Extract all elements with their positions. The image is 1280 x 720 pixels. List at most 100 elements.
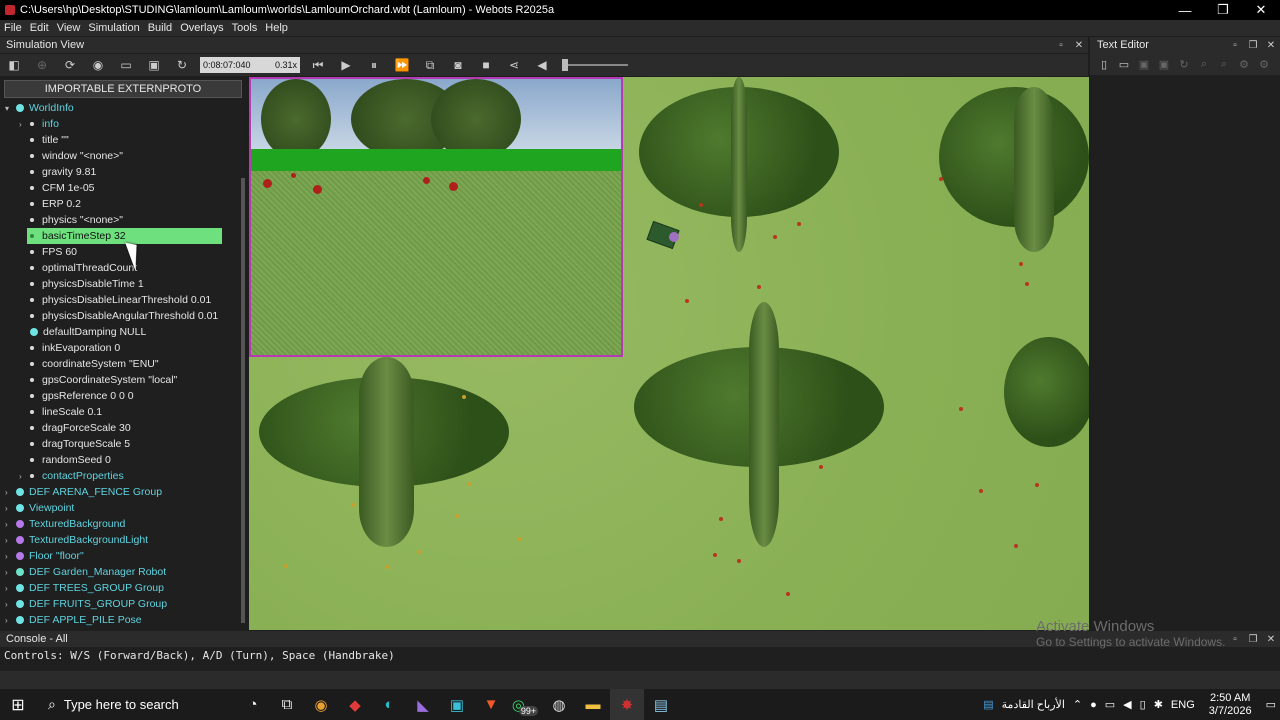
render-toggle-icon[interactable]: ⧉ (416, 55, 444, 75)
save-as-icon[interactable]: ▣ (1154, 58, 1174, 71)
tree-node-row[interactable]: › TexturedBackground (0, 516, 246, 532)
tree-node-row[interactable]: › Viewpoint (0, 500, 246, 516)
language-indicator[interactable]: ENG (1171, 699, 1195, 711)
volume-icon[interactable]: ◀ (528, 55, 556, 75)
expand-arrow-icon[interactable]: › (5, 568, 8, 577)
menu-help[interactable]: Help (265, 22, 288, 34)
news-icon[interactable]: ▤ (983, 698, 993, 711)
news-text[interactable]: الأرباح القادمة (1002, 698, 1065, 711)
tree-field-row[interactable]: › contactProperties (0, 468, 246, 484)
scene-tree-scrollbar[interactable] (241, 178, 245, 623)
fast-forward-icon[interactable]: ⏩ (388, 55, 416, 75)
expand-arrow-icon[interactable]: › (5, 584, 8, 593)
close-panel-icon[interactable]: ✕ (1070, 40, 1088, 51)
tree-field-row[interactable]: CFM 1e-05 (0, 180, 246, 196)
owl-widget-icon[interactable]: ◔ (236, 689, 270, 720)
tree-node-row[interactable]: › DEF TREES_GROUP Group (0, 580, 246, 596)
taskbar-search[interactable]: ⌕ Type here to search (36, 689, 236, 720)
tree-field-row[interactable]: gpsCoordinateSystem "local" (0, 372, 246, 388)
notifications-icon[interactable]: ▭ (1266, 698, 1276, 711)
microphone-icon[interactable]: ● (1090, 699, 1097, 711)
expand-arrow-icon[interactable]: › (19, 120, 22, 129)
tree-node-row[interactable]: › Floor "floor" (0, 548, 246, 564)
minimize-button[interactable]: — (1166, 3, 1204, 18)
float-panel-icon[interactable]: ▫ (1052, 40, 1070, 51)
taskbar-clock[interactable]: 2:50 AM 3/7/2026 (1209, 692, 1252, 718)
expand-arrow-icon[interactable]: › (5, 488, 8, 497)
tree-field-row[interactable]: dragForceScale 30 (0, 420, 246, 436)
tree-field-row[interactable]: ERP 0.2 (0, 196, 246, 212)
reset-simulation-icon[interactable]: ⏮ (304, 55, 332, 75)
expand-arrow-icon[interactable]: › (5, 536, 8, 545)
volume-slider-thumb[interactable] (562, 59, 568, 71)
notepad-icon[interactable]: ▤ (644, 689, 678, 720)
tree-field-row[interactable]: optimalThreadCount (0, 260, 246, 276)
tree-field-row[interactable]: › info (0, 116, 246, 132)
expand-arrow-icon[interactable]: › (19, 472, 22, 481)
reload-world-icon[interactable]: ⟳ (56, 55, 84, 75)
replace-icon[interactable]: ⌕ (1214, 58, 1234, 71)
expand-arrow-icon[interactable]: › (5, 552, 8, 561)
tree-node-row[interactable]: › DEF APPLE_PILE Pose (0, 612, 246, 628)
pause-icon[interactable]: ⏸ (360, 55, 388, 75)
tree-field-row[interactable]: randomSeed 0 (0, 452, 246, 468)
record-movie-icon[interactable]: ■ (472, 55, 500, 75)
build-icon[interactable]: ⚙ (1234, 58, 1254, 71)
webots-taskbar-icon[interactable]: ✸ (610, 689, 644, 720)
screenshot-icon[interactable]: ◙ (444, 55, 472, 75)
tree-field-row[interactable]: window "<none>" (0, 148, 246, 164)
tree-field-row[interactable]: FPS 60 (0, 244, 246, 260)
tree-field-row[interactable]: title "" (0, 132, 246, 148)
brave-icon[interactable]: ▼ (474, 689, 508, 720)
volume-slider[interactable] (562, 59, 628, 71)
expand-arrow-icon[interactable]: › (5, 520, 8, 529)
maximize-button[interactable]: ❐ (1204, 2, 1242, 18)
tree-node-row[interactable]: › DEF FRUITS_GROUP Group (0, 596, 246, 612)
close-panel-icon[interactable]: ✕ (1262, 40, 1280, 51)
view-eye-icon[interactable]: ◉ (84, 55, 112, 75)
menu-build[interactable]: Build (148, 22, 172, 34)
tree-field-row[interactable]: inkEvaporation 0 (0, 340, 246, 356)
tree-field-row[interactable]: physicsDisableAngularThreshold 0.01 (0, 308, 246, 324)
maximize-panel-icon[interactable]: ❐ (1244, 40, 1262, 51)
menu-overlays[interactable]: Overlays (180, 22, 223, 34)
menu-file[interactable]: File (4, 22, 22, 34)
revert-icon[interactable]: ↻ (1174, 58, 1194, 71)
tree-field-row[interactable]: coordinateSystem "ENU" (0, 356, 246, 372)
tree-field-row[interactable]: defaultDamping NULL (0, 324, 246, 340)
chrome-icon[interactable]: ◉ (304, 689, 338, 720)
float-panel-icon[interactable]: ▫ (1226, 40, 1244, 51)
tree-field-row[interactable]: physics "<none>" (0, 212, 246, 228)
expand-arrow-icon[interactable]: › (5, 600, 8, 609)
expand-arrow-icon[interactable]: › (5, 504, 8, 513)
toggle-scene-tree-icon[interactable]: ◧ (0, 55, 28, 75)
share-icon[interactable]: ⋖ (500, 55, 528, 75)
expand-arrow-icon[interactable]: › (5, 616, 8, 625)
close-button[interactable]: ✕ (1242, 2, 1280, 18)
importable-externproto-button[interactable]: IMPORTABLE EXTERNPROTO (4, 80, 242, 98)
find-icon[interactable]: ⌕ (1194, 58, 1214, 71)
visual-studio-icon[interactable]: ◣ (406, 689, 440, 720)
battery-icon[interactable]: ▯ (1140, 698, 1146, 711)
file-explorer-icon[interactable]: ▬ (576, 689, 610, 720)
open-folder-icon[interactable]: ▭ (112, 55, 140, 75)
new-file-icon[interactable]: ▯ (1094, 58, 1114, 71)
menu-simulation[interactable]: Simulation (88, 22, 139, 34)
network-icon[interactable]: ▭ (1105, 698, 1115, 711)
add-node-icon[interactable]: ⊕ (28, 55, 56, 75)
obs-icon[interactable]: ◍ (542, 689, 576, 720)
task-view-icon[interactable]: ⧉ (270, 689, 304, 720)
tree-field-row[interactable]: physicsDisableTime 1 (0, 276, 246, 292)
tree-field-row[interactable]: lineScale 0.1 (0, 404, 246, 420)
menu-edit[interactable]: Edit (30, 22, 49, 34)
tree-field-row[interactable]: physicsDisableLinearThreshold 0.01 (0, 292, 246, 308)
bluetooth-icon[interactable]: ✱ (1154, 698, 1163, 711)
tray-chevron-icon[interactable]: ⌃ (1073, 698, 1082, 711)
menu-view[interactable]: View (57, 22, 81, 34)
anydesk-icon[interactable]: ◆ (338, 689, 372, 720)
tree-field-row[interactable]: gravity 9.81 (0, 164, 246, 180)
close-panel-icon[interactable]: ✕ (1262, 634, 1280, 645)
tree-node-worldinfo[interactable]: ▾ WorldInfo (0, 100, 246, 116)
camera-overlay[interactable] (249, 77, 623, 357)
volume-icon[interactable]: ◀ (1123, 698, 1131, 711)
